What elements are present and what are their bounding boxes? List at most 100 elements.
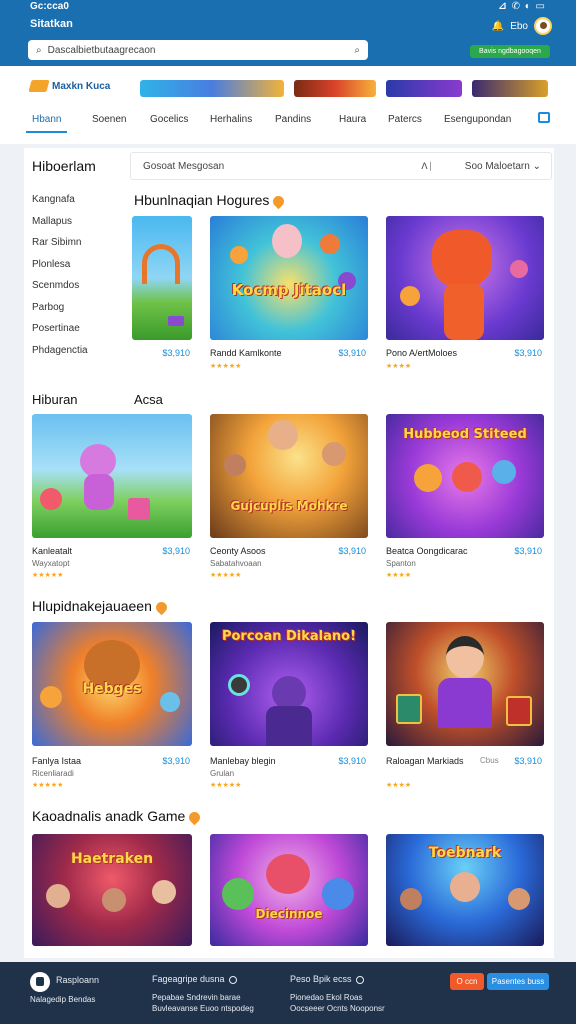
- game-thumbnail[interactable]: [386, 622, 544, 746]
- tab-2[interactable]: Soenen: [92, 114, 126, 125]
- sidebar-item[interactable]: Posertinae: [32, 323, 88, 345]
- sidebar-item[interactable]: Parbog: [32, 302, 88, 324]
- card-subtitle: Sabatahvoaan: [210, 559, 262, 568]
- game-thumbnail[interactable]: Hubbeod Stiteed: [386, 414, 544, 538]
- header-right-label: Ebo: [510, 20, 528, 32]
- game-card[interactable]: Hubbeod Stiteed Beatca Oongdicarac $3,91…: [386, 414, 544, 584]
- rating-stars: ★★★★★: [210, 363, 242, 370]
- bell-icon[interactable]: 🔔: [492, 21, 504, 32]
- game-thumbnail[interactable]: [386, 216, 544, 340]
- info-icon[interactable]: [355, 975, 364, 984]
- sidebar-item[interactable]: Mallapus: [32, 216, 88, 238]
- character-face: [450, 872, 480, 902]
- brand-name: Maxkn Kuca: [52, 80, 111, 92]
- character-face: [414, 464, 442, 492]
- character-face: [272, 224, 302, 258]
- footer-orange-button[interactable]: O ccn: [450, 973, 484, 990]
- footer-brand: Rasploann: [56, 975, 100, 985]
- character-face: [40, 488, 62, 510]
- sidebar-item[interactable]: Kangnafa: [32, 194, 88, 216]
- game-card[interactable]: Haetraken: [32, 834, 192, 946]
- game-art-title: Kocmp Jitaocl: [231, 281, 347, 299]
- game-thumbnail[interactable]: Diecinnoe: [210, 834, 368, 946]
- avatar[interactable]: [534, 17, 552, 35]
- banner-image-1[interactable]: [140, 80, 284, 97]
- game-thumbnail[interactable]: Hebges: [32, 622, 192, 746]
- sidebar-item[interactable]: Phdagenctia: [32, 345, 88, 367]
- girl-character: [446, 636, 484, 678]
- game-thumbnail[interactable]: [132, 216, 192, 340]
- game-thumbnail[interactable]: Gujcuplis Mohkre: [210, 414, 368, 538]
- card-subtitle: Ricenliaradi: [32, 769, 74, 778]
- filter-icon[interactable]: ᐱ ⎸: [421, 161, 439, 172]
- character-face: [102, 888, 126, 912]
- header-user[interactable]: 🔔 Ebo: [492, 17, 552, 35]
- card-subtitle: Wayxatopt: [32, 559, 70, 568]
- filter-bar[interactable]: Gosoat Mesgosan ᐱ ⎸ Soo Maloetarn ⌄: [130, 152, 552, 180]
- game-card[interactable]: Toebnark: [386, 834, 544, 946]
- game-art-title: Diecinnoe: [255, 907, 323, 921]
- game-thumbnail[interactable]: [32, 414, 192, 538]
- game-card[interactable]: Hebges Fanlya Istaa $3,910 Ricenliaradi …: [32, 622, 192, 794]
- game-card[interactable]: Porcoan Dikalano! Manlebay blegin $3,910…: [210, 622, 368, 794]
- sidebar-item[interactable]: Rar Sibimn: [32, 237, 88, 259]
- tab-6[interactable]: Haura: [339, 114, 366, 125]
- game-art-title: Toebnark: [428, 845, 502, 861]
- game-card[interactable]: Kanleatalt $3,910 Wayxatopt ★★★★★: [32, 414, 192, 584]
- game-art-title: Gujcuplis Mohkre: [230, 499, 348, 513]
- game-card[interactable]: Diecinnoe: [210, 834, 368, 946]
- footer-col2-title-text: Peso Bpik ecss: [290, 974, 352, 984]
- banner-image-4[interactable]: [472, 80, 548, 97]
- banner-image-3[interactable]: [386, 80, 462, 97]
- fox-character: [432, 230, 492, 288]
- footer-logo-icon[interactable]: [30, 972, 50, 992]
- promo-button[interactable]: Bavis ngdbagooqen: [470, 45, 550, 58]
- sidebar-item[interactable]: Plonlesa: [32, 259, 88, 281]
- card-price: $3,910: [514, 546, 542, 556]
- footer-blue-button[interactable]: Pasentes buss: [487, 973, 549, 990]
- game-card[interactable]: [132, 216, 192, 340]
- tab-1[interactable]: Hbann: [25, 114, 69, 133]
- chevron-down-icon: ⌄: [532, 161, 541, 172]
- character-face: [268, 420, 298, 450]
- footer-link[interactable]: Buvleavanse Euoo ntspodeg: [152, 1003, 254, 1015]
- search-submit-icon[interactable]: ⌕: [354, 45, 360, 56]
- character-face: [452, 462, 482, 492]
- tab-5[interactable]: Pandins: [275, 114, 311, 125]
- character-face: [510, 260, 528, 278]
- banner-image-2[interactable]: [294, 80, 376, 97]
- sidebar-item[interactable]: Scenmdos: [32, 280, 88, 302]
- character-face: [40, 686, 62, 708]
- character-face: [508, 888, 530, 910]
- search-input[interactable]: ⌕ Dascalbietbutaagrecaon ⌕: [28, 40, 368, 60]
- footer-brand-sub[interactable]: Nalagedip Bendas: [30, 994, 95, 1006]
- game-thumbnail[interactable]: Toebnark: [386, 834, 544, 946]
- game-thumbnail[interactable]: Porcoan Dikalano!: [210, 622, 368, 746]
- card-title: Ceonty Asoos: [210, 546, 266, 556]
- footer-link[interactable]: Oocseeer Ocnts Nooponsr: [290, 1003, 385, 1015]
- brand-logo[interactable]: Maxkn Kuca: [28, 80, 111, 92]
- tab-8[interactable]: Esengupondan: [444, 114, 511, 125]
- tab-4[interactable]: Herhalins: [210, 114, 252, 125]
- game-thumbnail[interactable]: Kocmp Jitaocl: [210, 216, 368, 340]
- tab-7[interactable]: Patercs: [388, 114, 422, 125]
- character-face: [152, 880, 176, 904]
- tab-3[interactable]: Gocelics: [150, 114, 188, 125]
- cart-icon[interactable]: [538, 112, 550, 123]
- rating-stars: ★★★★: [386, 782, 412, 789]
- game-card[interactable]: Pono A/ertMoloes $3,910 ★★★★: [386, 216, 544, 376]
- bunny-body: [84, 474, 114, 510]
- game-card[interactable]: Kocmp Jitaocl Randd Kamlkonte $3,910 ★★★…: [210, 216, 368, 376]
- game-card[interactable]: Raloagan Markiads $3,910 Cbus ★★★★: [386, 622, 544, 794]
- sort-dropdown[interactable]: Soo Maloetarn ⌄: [465, 161, 541, 172]
- character-face: [400, 286, 420, 306]
- game-thumbnail[interactable]: Haetraken: [32, 834, 192, 946]
- card-subtitle: Spanton: [386, 559, 416, 568]
- character-face: [266, 854, 310, 894]
- flame-icon: [153, 599, 170, 616]
- info-icon[interactable]: [228, 975, 237, 984]
- app-footer: Rasploann Nalagedip Bendas Fageagripe du…: [0, 962, 576, 1024]
- game-card[interactable]: Gujcuplis Mohkre Ceonty Asoos $3,910 Sab…: [210, 414, 368, 584]
- game-art-title: Porcoan Dikalano!: [221, 629, 357, 644]
- character-face: [322, 878, 354, 910]
